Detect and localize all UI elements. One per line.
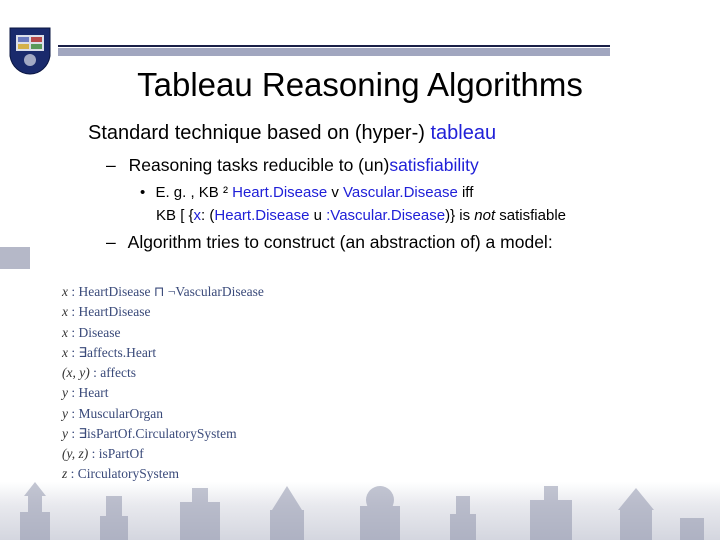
row-expr: : HeartDisease ⊓ ¬VascularDisease [68, 284, 264, 299]
vascular-disease: Vascular.Disease [339, 184, 458, 201]
model-row: (y, z) : isPartOf [62, 444, 264, 464]
row-expr: : affects [90, 365, 136, 380]
row-expr: : ∃affects.Heart [68, 345, 156, 360]
dot-icon: • [140, 184, 145, 201]
page-title: Tableau Reasoning Algorithms [0, 66, 720, 104]
row-var: (x, y) [62, 365, 90, 380]
row-expr: : ∃isPartOf.CirculatorySystem [68, 426, 237, 441]
slide: Tableau Reasoning Algorithms Standard te… [0, 0, 720, 540]
kb-text: KB [156, 207, 180, 224]
open-bracket: [ [180, 207, 188, 224]
bullet-level2-example: • E. g. , KB ² Heart.Disease v Vascular.… [140, 184, 680, 201]
vascular-disease-2: Vascular.Disease [330, 207, 445, 224]
b1-keyword: satisfiability [389, 155, 478, 175]
header-bar [0, 20, 720, 46]
row-expr: : CirculatorySystem [67, 466, 179, 481]
model-row: x : HeartDisease [62, 302, 264, 322]
eg-text: E. g. , KB [155, 184, 223, 201]
bullet-level1-algorithm: – Algorithm tries to construct (an abstr… [106, 232, 680, 253]
footer-skyline [0, 482, 720, 540]
v-op: v [331, 184, 339, 201]
model-derivation: x : HeartDisease ⊓ ¬VascularDisease x : … [62, 282, 264, 485]
row-expr: : HeartDisease [68, 304, 150, 319]
b1-text: Reasoning tasks reducible to (un) [129, 155, 390, 175]
satisfiable-text: satisfiable [495, 207, 566, 224]
content-body: Standard technique based on (hyper-) tab… [88, 122, 680, 261]
header-rule-light [58, 48, 610, 56]
model-row: x : ∃affects.Heart [62, 343, 264, 363]
model-row: y : Heart [62, 383, 264, 403]
left-accent-strip [0, 247, 30, 269]
u-op: u [314, 207, 322, 224]
model-row: x : Disease [62, 323, 264, 343]
x-var: x [194, 207, 202, 224]
colon-open: : ( [201, 207, 214, 224]
close-text: )} is [445, 207, 474, 224]
heart-disease-2: Heart.Disease [214, 207, 313, 224]
row-var: (y, z) [62, 446, 88, 461]
bullet-level2-line2: KB [ {x: (Heart.Disease u :Vascular.Dise… [156, 207, 680, 224]
dash-icon: – [106, 155, 116, 175]
skyline-icon [0, 482, 720, 540]
heart-disease: Heart.Disease [228, 184, 331, 201]
row-expr: : Disease [68, 325, 120, 340]
iff-text: iff [458, 184, 474, 201]
model-row: (x, y) : affects [62, 363, 264, 383]
model-row: y : ∃isPartOf.CirculatorySystem [62, 424, 264, 444]
intro-text: Standard technique based on (hyper-) [88, 122, 430, 144]
model-row: x : HeartDisease ⊓ ¬VascularDisease [62, 282, 264, 302]
row-expr: : isPartOf [88, 446, 144, 461]
b3-text: Algorithm tries to construct (an abstrac… [128, 232, 553, 252]
intro-keyword: tableau [430, 122, 496, 144]
model-row: y : MuscularOrgan [62, 404, 264, 424]
intro-line: Standard technique based on (hyper-) tab… [88, 122, 680, 145]
header-rule-dark [58, 45, 610, 47]
not-italic: not [474, 207, 495, 224]
row-expr: : Heart [68, 385, 108, 400]
bullet-level1-satisfiability: – Reasoning tasks reducible to (un)satis… [106, 155, 680, 176]
dash-icon: – [106, 232, 116, 252]
row-expr: : MuscularOrgan [68, 406, 163, 421]
